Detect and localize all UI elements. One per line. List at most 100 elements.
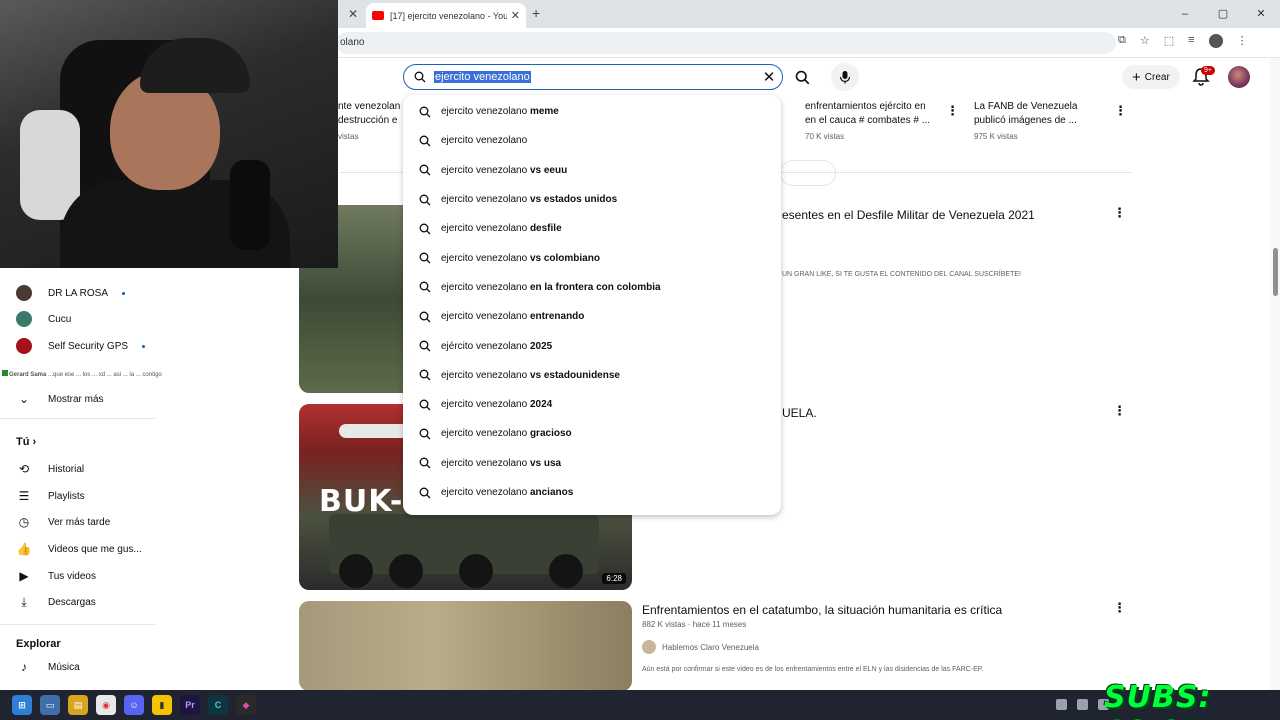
discord-tray-icon[interactable]	[1056, 699, 1067, 710]
chrome-icon[interactable]: ◉	[96, 695, 116, 715]
search-suggestion[interactable]: ejercito venezolano desfile	[403, 214, 781, 243]
divider	[0, 624, 155, 625]
suggestion-completion: vs estadounidense	[527, 369, 620, 381]
video-description: Aún está por confirmar si este video es …	[642, 666, 984, 673]
sidebar-item-liked[interactable]: 👍 Videos que me gus...	[16, 538, 142, 560]
you-section-header[interactable]: Tú ›	[16, 436, 36, 448]
channel-avatar	[16, 311, 32, 327]
premiere-icon[interactable]: Pr	[180, 695, 200, 715]
windows-taskbar: ⊞ ▭ ▤ ◉ ☺ ▮ Pr C ◆	[0, 690, 1280, 720]
account-avatar[interactable]	[1228, 66, 1250, 88]
more-options-icon[interactable]: ⋮	[946, 103, 959, 119]
search-suggestion[interactable]: ejercito venezolano vs eeuu	[403, 156, 781, 185]
suggestion-completion: 2024	[527, 399, 553, 411]
file-explorer-icon[interactable]: ▤	[68, 695, 88, 715]
sidebar-item-your-videos[interactable]: ▶ Tus videos	[16, 565, 96, 587]
sidebar-item-label: Descargas	[48, 596, 96, 608]
more-options-icon[interactable]: ⋮	[1113, 403, 1126, 419]
search-suggestion[interactable]: ejercito venezolano vs estadounidense	[403, 361, 781, 390]
search-suggestion[interactable]: ejercito venezolano meme	[403, 97, 781, 126]
show-more-button[interactable]: ⌄ Mostrar más	[16, 388, 104, 410]
tab-close-icon[interactable]: ✕	[511, 9, 520, 22]
new-tab-button[interactable]: +	[532, 5, 540, 21]
media-icon[interactable]: ≡	[1188, 34, 1194, 48]
steam-tray-icon[interactable]	[1077, 699, 1088, 710]
bookmark-star-icon[interactable]: ☆	[1140, 34, 1150, 48]
playlists-icon: ☰	[18, 489, 30, 503]
extensions-icon[interactable]: ⬚	[1164, 34, 1174, 48]
shelf-card[interactable]: enfrentamientos ejército en en el cauca …	[805, 100, 930, 144]
search-icon	[419, 223, 431, 235]
search-input[interactable]: ejercito venezolano	[434, 69, 756, 85]
sticky-notes-icon[interactable]: ▮	[152, 695, 172, 715]
search-suggestion[interactable]: ejercito venezolano gracioso	[403, 419, 781, 448]
shelf-card[interactable]: La FANB de Venezuela publicó imágenes de…	[974, 100, 1077, 144]
search-suggestion[interactable]: ejercito venezolano 2024	[403, 390, 781, 419]
suggestion-prefix: ejercito venezolano	[441, 106, 528, 118]
sidebar-channel[interactable]: DR LA ROSA	[16, 282, 126, 304]
minimize-button[interactable]: –	[1166, 0, 1204, 28]
sidebar-channel[interactable]: Self Security GPS	[16, 335, 146, 357]
downloads-icon: ⤓	[21, 594, 27, 609]
sidebar-item-history[interactable]: ⟲ Historial	[16, 458, 84, 480]
channel-link[interactable]: Hablemos Claro Venezuela	[642, 640, 759, 654]
windows-start-icon[interactable]: ⊞	[12, 695, 32, 715]
search-suggestion[interactable]: ejercito venezolano vs usa	[403, 449, 781, 478]
window-close-button[interactable]: ✕	[1242, 0, 1280, 28]
install-icon[interactable]: ⧉	[1118, 34, 1126, 48]
sidebar-item-downloads[interactable]: ⤓ Descargas	[16, 591, 96, 613]
search-suggestion[interactable]: ejercito venezolano vs colombiano	[403, 243, 781, 272]
scrollbar-thumb[interactable]	[1273, 248, 1278, 296]
sidebar-item-playlists[interactable]: ☰ Playlists	[16, 485, 85, 507]
search-suggestion[interactable]: ejército venezolano 2025	[403, 331, 781, 360]
search-icon	[419, 194, 431, 205]
discord-icon[interactable]: ☺	[124, 695, 144, 715]
app-icon[interactable]: ◆	[236, 695, 256, 715]
close-icon[interactable]: ✕	[348, 7, 358, 21]
suggestion-prefix: ejercito venezolano	[441, 428, 528, 440]
search-suggestion[interactable]: ejercito venezolano entrenando	[403, 302, 781, 331]
sidebar-channel[interactable]: Cucu	[16, 308, 71, 330]
sidebar-item-watch-later[interactable]: ◷ Ver más tarde	[16, 511, 111, 533]
search-icon	[419, 164, 431, 176]
chat-badge-icon	[2, 370, 8, 376]
show-more-pill[interactable]	[780, 160, 836, 186]
shelf-card-title: La FANB de Venezuela	[974, 101, 1078, 112]
search-button[interactable]	[783, 64, 821, 90]
channel-avatar	[642, 640, 656, 654]
page-scrollbar[interactable]	[1270, 58, 1280, 690]
sidebar-item-music[interactable]: ♪ Música	[16, 656, 80, 678]
video-thumbnail[interactable]	[299, 601, 632, 691]
suggestion-completion: vs colombiano	[527, 252, 600, 264]
task-view-icon[interactable]: ▭	[40, 695, 60, 715]
more-options-icon[interactable]: ⋮	[1114, 103, 1127, 119]
notification-badge: 9+	[1201, 66, 1215, 75]
search-suggestion[interactable]: ejercito venezolano	[403, 126, 781, 155]
more-options-icon[interactable]: ⋮	[1113, 600, 1126, 616]
microphone-shape	[230, 160, 270, 250]
video-title[interactable]: Enfrentamientos en el catatumbo, la situ…	[642, 603, 1002, 617]
more-options-icon[interactable]: ⋮	[1113, 205, 1126, 221]
profile-icon[interactable]	[1208, 34, 1223, 48]
suggestion-prefix: ejercito venezolano	[441, 164, 528, 176]
search-icon	[795, 70, 809, 84]
browser-menu-icon[interactable]: ⋮	[1237, 34, 1248, 48]
search-box[interactable]: ejercito venezolano ✕	[403, 64, 783, 90]
shelf-card-title: publicó imágenes de ...	[974, 115, 1077, 126]
video-title[interactable]: esentes en el Desfile Militar de Venezue…	[782, 208, 1035, 222]
channel-avatar	[16, 285, 32, 301]
search-suggestion[interactable]: ejercito venezolano en la frontera con c…	[403, 273, 781, 302]
shelf-card[interactable]: nte venezolan destrucción e vistas	[338, 100, 400, 144]
address-bar[interactable]: olano	[336, 32, 1116, 54]
video-title[interactable]: UELA.	[782, 406, 817, 420]
clear-search-button[interactable]: ✕	[756, 68, 782, 86]
voice-search-button[interactable]	[831, 63, 859, 91]
browser-tab-active[interactable]: [17] ejercito venezolano - YouTube ✕	[366, 3, 526, 28]
suggestion-prefix: ejercito venezolano	[441, 399, 528, 411]
maximize-button[interactable]: ▢	[1204, 0, 1242, 28]
search-suggestion[interactable]: ejercito venezolano vs estados unidos	[403, 185, 781, 214]
search-suggestion[interactable]: ejercito venezolano ancianos	[403, 478, 781, 507]
capcut-icon[interactable]: C	[208, 695, 228, 715]
your-videos-icon: ▶	[19, 569, 29, 583]
create-button[interactable]: + Crear	[1122, 65, 1180, 89]
